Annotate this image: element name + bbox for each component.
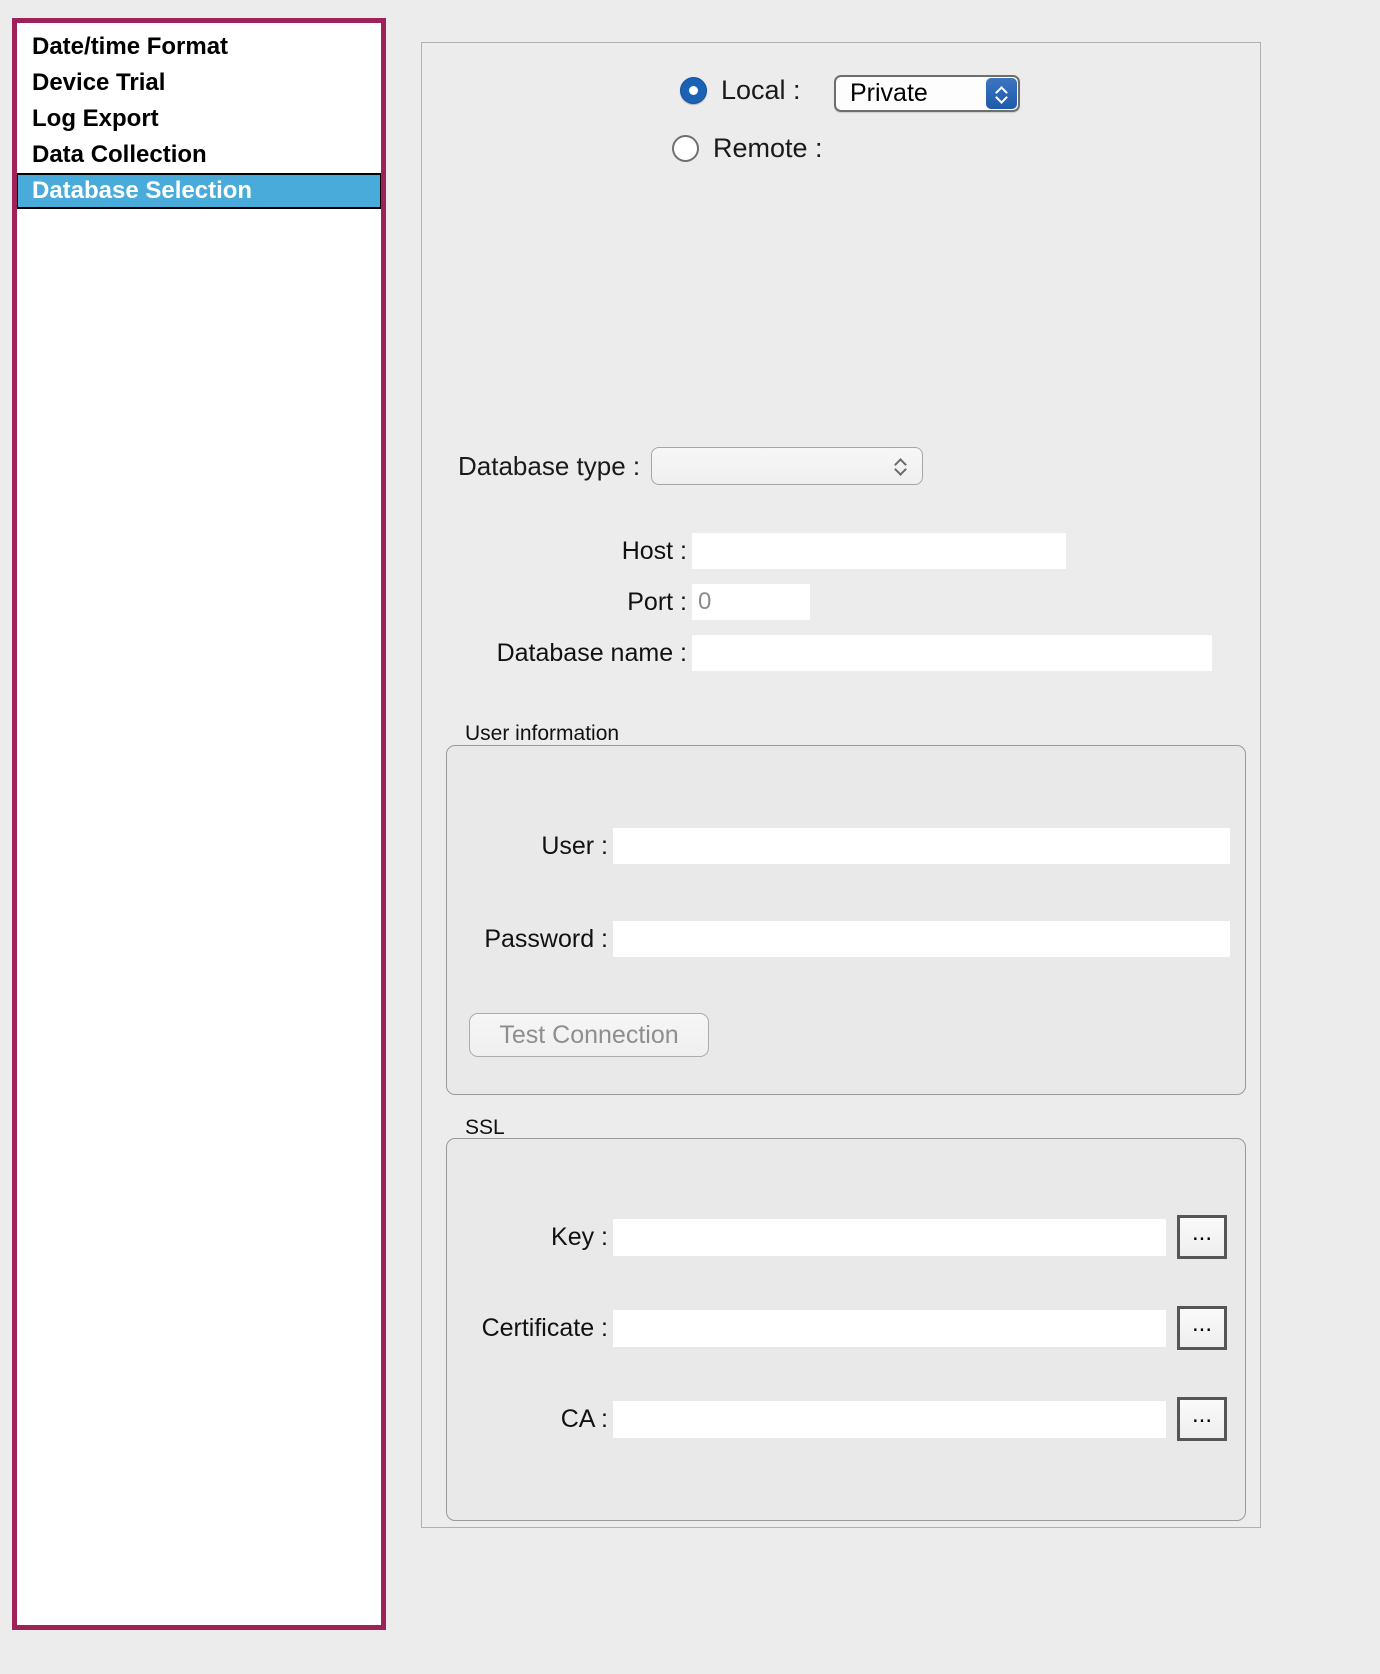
local-mode-label: Local : bbox=[721, 75, 801, 105]
sidebar-item-data-collection[interactable]: Data Collection bbox=[17, 137, 381, 173]
database-selection-panel: Local : Private Remote : Database type :… bbox=[421, 42, 1261, 1528]
database-type-label: Database type : bbox=[458, 450, 641, 481]
port-input[interactable] bbox=[692, 584, 810, 620]
database-type-row: Database type : bbox=[458, 447, 924, 485]
test-connection-button[interactable]: Test Connection bbox=[469, 1013, 709, 1057]
port-row: Port : bbox=[482, 584, 810, 620]
ssl-certificate-browse-button[interactable]: ... bbox=[1177, 1306, 1227, 1350]
sidebar-item-log-export[interactable]: Log Export bbox=[17, 101, 381, 137]
host-row: Host : bbox=[482, 533, 1066, 569]
ssl-group-title: SSL bbox=[460, 1116, 510, 1140]
port-label: Port : bbox=[627, 587, 687, 616]
ssl-key-browse-button[interactable]: ... bbox=[1177, 1215, 1227, 1259]
ssl-certificate-label: Certificate : bbox=[481, 1313, 608, 1342]
ssl-ca-label: CA : bbox=[560, 1404, 608, 1433]
database-name-row: Database name : bbox=[482, 635, 1212, 671]
ssl-key-input[interactable] bbox=[613, 1218, 1166, 1256]
remote-mode-row: Remote : bbox=[672, 133, 823, 164]
chevron-updown-icon bbox=[986, 78, 1017, 109]
local-database-select-value: Private bbox=[850, 79, 928, 107]
chevron-updown-icon bbox=[895, 459, 906, 473]
ssl-key-row: Key : ... bbox=[468, 1215, 1227, 1259]
user-input[interactable] bbox=[613, 828, 1230, 864]
ssl-key-label: Key : bbox=[551, 1222, 608, 1251]
host-label: Host : bbox=[621, 536, 687, 565]
host-input[interactable] bbox=[692, 533, 1066, 569]
ssl-ca-row: CA : ... bbox=[468, 1397, 1227, 1441]
database-name-input[interactable] bbox=[692, 635, 1212, 671]
sidebar-item-device-trial[interactable]: Device Trial bbox=[17, 65, 381, 101]
local-database-select[interactable]: Private bbox=[834, 75, 1020, 112]
local-mode-row: Local : bbox=[680, 75, 801, 106]
password-label: Password : bbox=[484, 924, 608, 953]
sidebar-item-label: Log Export bbox=[32, 105, 159, 132]
ssl-certificate-row: Certificate : ... bbox=[468, 1306, 1227, 1350]
user-label: User : bbox=[541, 831, 608, 860]
sidebar-item-label: Date/time Format bbox=[32, 33, 229, 60]
remote-mode-label: Remote : bbox=[713, 133, 823, 163]
ssl-ca-browse-button[interactable]: ... bbox=[1177, 1397, 1227, 1441]
password-row: Password : bbox=[468, 921, 1230, 957]
sidebar-item-label: Data Collection bbox=[32, 141, 207, 168]
user-information-group-title: User information bbox=[460, 722, 625, 746]
password-input[interactable] bbox=[613, 921, 1230, 957]
sidebar-item-label: Device Trial bbox=[32, 69, 166, 96]
radio-remote-unselected-icon[interactable] bbox=[672, 135, 699, 162]
database-type-select[interactable] bbox=[651, 447, 924, 485]
sidebar-item-database-selection[interactable]: Database Selection bbox=[17, 173, 381, 209]
ssl-ca-input[interactable] bbox=[613, 1400, 1166, 1438]
radio-local-selected-icon[interactable] bbox=[680, 77, 707, 104]
sidebar-item-label: Database Selection bbox=[32, 177, 253, 204]
user-row: User : bbox=[468, 828, 1230, 864]
settings-sidebar: Date/time Format Device Trial Log Export… bbox=[12, 18, 386, 1630]
sidebar-item-datetime-format[interactable]: Date/time Format bbox=[17, 29, 381, 65]
database-name-label: Database name : bbox=[496, 638, 687, 667]
ssl-certificate-input[interactable] bbox=[613, 1309, 1166, 1347]
